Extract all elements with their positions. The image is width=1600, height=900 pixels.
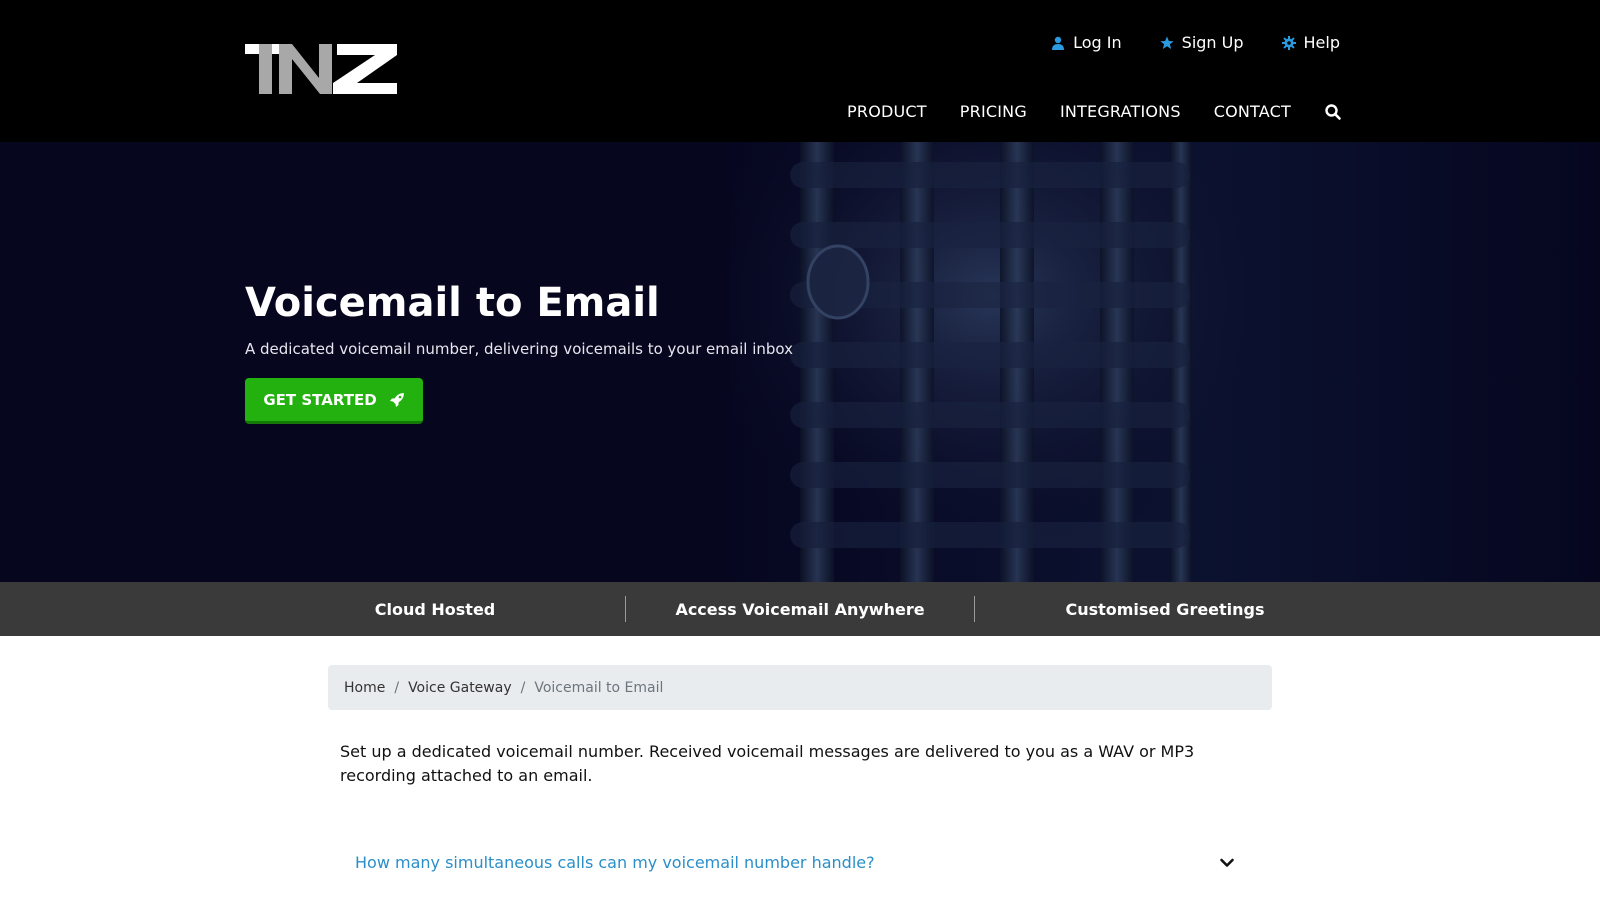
feature-cloud-hosted: Cloud Hosted (374, 599, 496, 619)
get-started-button[interactable]: GET STARTED (245, 378, 423, 424)
gear-icon (1281, 35, 1296, 50)
nav-integrations[interactable]: INTEGRATIONS (1060, 102, 1181, 121)
nav-pricing[interactable]: PRICING (960, 102, 1027, 121)
login-link[interactable]: Log In (1051, 33, 1122, 52)
rocket-icon (389, 392, 404, 407)
breadcrumb-separator: / (520, 679, 526, 696)
signup-link[interactable]: Sign Up (1160, 33, 1244, 52)
faq-item[interactable]: How many simultaneous calls can my voice… (355, 853, 1235, 872)
main-nav: PRODUCT PRICING INTEGRATIONS CONTACT (847, 102, 1342, 121)
star-icon (1160, 36, 1174, 49)
hero-subtitle: A dedicated voicemail number, delivering… (245, 340, 793, 358)
site-header: Log In Sign Up Help PRODUCT PRICING INTE… (0, 0, 1600, 142)
breadcrumb-home[interactable]: Home (344, 680, 385, 696)
signup-label: Sign Up (1181, 33, 1244, 52)
tnz-logo[interactable] (245, 44, 397, 96)
breadcrumb-voice-gateway[interactable]: Voice Gateway (408, 680, 512, 696)
user-icon (1052, 36, 1065, 50)
hero-title: Voicemail to Email (245, 280, 660, 326)
nav-contact[interactable]: CONTACT (1214, 102, 1291, 121)
breadcrumb-current: Voicemail to Email (534, 679, 664, 696)
login-label: Log In (1073, 33, 1122, 52)
get-started-label: GET STARTED (263, 390, 377, 409)
hero-banner: Voicemail to Email A dedicated voicemail… (0, 142, 1600, 582)
breadcrumb: Home / Voice Gateway / Voicemail to Emai… (328, 665, 1272, 710)
help-label: Help (1303, 33, 1340, 52)
breadcrumb-separator: / (394, 679, 400, 696)
feature-custom-greetings: Customised Greetings (1065, 599, 1265, 619)
intro-paragraph: Set up a dedicated voicemail number. Rec… (340, 742, 1195, 785)
faq-question[interactable]: How many simultaneous calls can my voice… (355, 853, 875, 872)
nav-product[interactable]: PRODUCT (847, 102, 927, 121)
utility-nav: Log In Sign Up Help (1051, 33, 1340, 52)
feature-access-anywhere: Access Voicemail Anywhere (675, 599, 925, 619)
chevron-down-icon[interactable] (1219, 855, 1235, 871)
help-link[interactable]: Help (1281, 33, 1340, 52)
microphone-image (730, 142, 1250, 582)
search-icon[interactable] (1324, 103, 1342, 121)
feature-bar: Cloud Hosted Access Voicemail Anywhere C… (0, 582, 1600, 636)
